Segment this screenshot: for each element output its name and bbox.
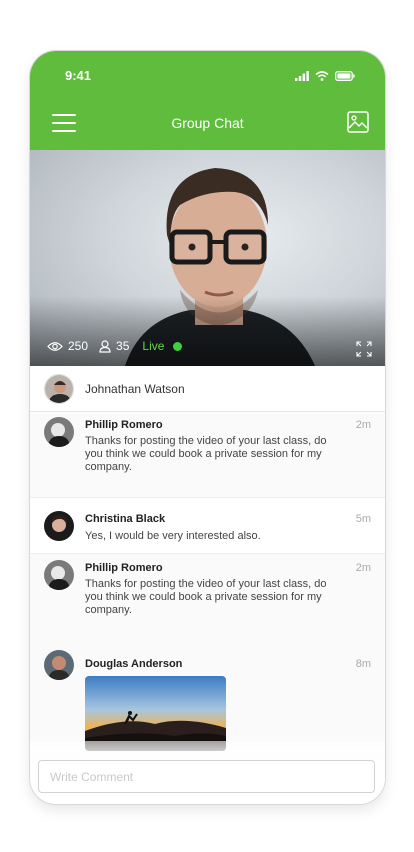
battery-icon [335, 71, 355, 81]
live-video[interactable]: 250 35 Live [30, 150, 385, 366]
video-stats: 250 35 Live [47, 339, 183, 353]
list-item[interactable]: Christina Black Yes, I would be very int… [30, 498, 385, 554]
live-label: Live [142, 339, 165, 353]
phone-frame: 9:41 Group Chat 250 35 Live Johnathan Wa… [30, 51, 385, 804]
avatar [44, 650, 74, 680]
status-icons [295, 71, 355, 81]
message-list[interactable]: Phillip Romero Thanks for posting the vi… [30, 413, 385, 765]
avatar [44, 417, 74, 447]
fullscreen-icon[interactable] [356, 341, 372, 357]
status-time: 9:41 [65, 68, 92, 83]
shared-photo[interactable] [85, 676, 226, 751]
wifi-icon [315, 71, 329, 81]
signal-icon [295, 71, 309, 81]
live-indicator [173, 341, 183, 351]
comment-input[interactable] [38, 760, 375, 793]
view-count: 250 [68, 339, 89, 353]
avatar [44, 373, 74, 404]
message-text: Thanks for posting the video of your las… [85, 578, 327, 616]
message-author: Douglas Anderson [85, 658, 183, 670]
message-author: Phillip Romero [85, 419, 163, 431]
list-item[interactable]: Phillip Romero Thanks for posting the vi… [30, 554, 385, 765]
message-time: 2m [355, 562, 371, 574]
list-item[interactable]: Phillip Romero Thanks for posting the vi… [30, 413, 385, 498]
page-title: Group Chat [171, 115, 244, 131]
participant-count: 35 [116, 339, 130, 353]
avatar [44, 560, 74, 590]
video-gradient [30, 296, 385, 366]
message-time: 8m [355, 658, 371, 670]
avatar [44, 511, 74, 541]
image-gallery-icon[interactable] [347, 111, 369, 133]
host-row[interactable]: Johnathan Watson [30, 366, 385, 412]
user-icon [99, 339, 111, 353]
message-text: Thanks for posting the video of your las… [85, 435, 327, 473]
message-time: 2m [355, 419, 371, 431]
app-header: 9:41 Group Chat [30, 51, 385, 150]
message-text: Yes, I would be very interested also. [85, 530, 261, 542]
eye-icon [47, 341, 63, 351]
message-author: Phillip Romero [85, 562, 163, 574]
message-author: Christina Black [85, 513, 166, 525]
host-name: Johnathan Watson [85, 381, 185, 396]
message-time: 5m [355, 513, 371, 525]
